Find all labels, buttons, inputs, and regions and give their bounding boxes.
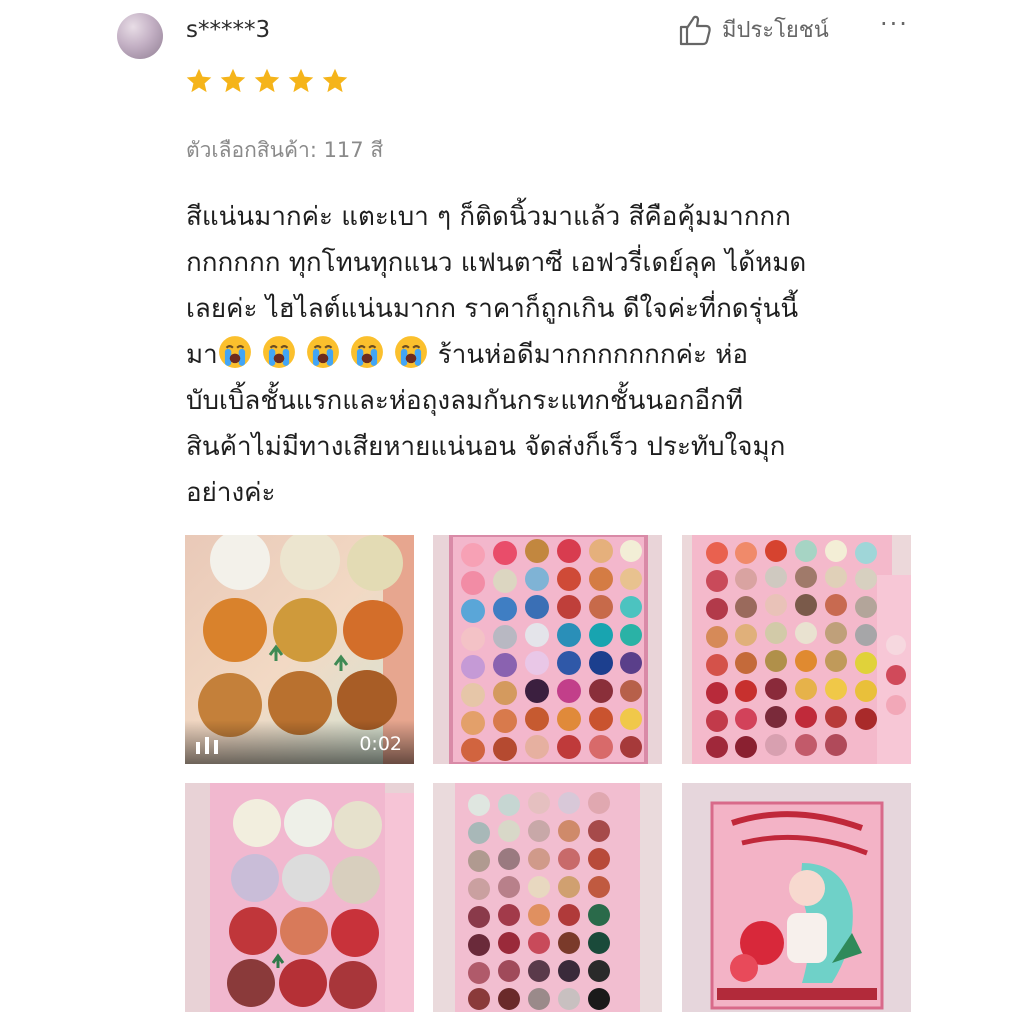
review-line: บับเบิ้ลชั้นแรกและห่อถุงลมกันกระแทกชั้นน… <box>186 386 744 416</box>
eyeshadow-palette-image <box>433 535 662 764</box>
loudly-crying-face-icon <box>218 336 251 368</box>
star-icon <box>288 68 314 93</box>
reviewer-avatar[interactable] <box>117 13 163 59</box>
more-options-button[interactable]: ··· <box>880 10 909 38</box>
star-icon <box>220 68 246 93</box>
star-icon <box>186 68 212 93</box>
eyeshadow-palette-image <box>682 535 911 764</box>
eyeshadow-palette-image <box>433 783 662 1012</box>
review-line-fragment: ร้านห่อดีมากกกกกกกค่ะ ห่อ <box>437 340 749 370</box>
review-text: สีแน่นมากค่ะ แตะเบา ๆ ก็ติดนิ้วมาแล้ว สี… <box>186 194 906 516</box>
thumbs-up-icon <box>679 15 711 45</box>
eyeshadow-palette-image <box>185 783 414 1012</box>
review-line-fragment: มา <box>186 340 218 370</box>
helpful-label: มีประโยชน์ <box>722 18 829 43</box>
loudly-crying-face-icon <box>394 336 427 368</box>
review-photo-thumbnail[interactable] <box>682 535 911 764</box>
review-photo-thumbnail[interactable] <box>682 783 911 1012</box>
video-controls: 0:02 <box>185 720 414 764</box>
review-line: อย่างค่ะ <box>186 478 276 508</box>
review-photo-thumbnail[interactable] <box>433 535 662 764</box>
review-line: กกกกกก ทุกโทนทุกแนว แฟนตาซี เอฟวรี่เดย์ล… <box>186 248 807 278</box>
product-variant: ตัวเลือกสินค้า: 117 สี <box>186 138 384 162</box>
review-line: สีแน่นมากค่ะ แตะเบา ๆ ก็ติดนิ้วมาแล้ว สี… <box>186 202 791 232</box>
palette-box-illustration-image <box>682 783 911 1012</box>
review-photo-thumbnail[interactable] <box>433 783 662 1012</box>
loudly-crying-face-icon <box>350 336 383 368</box>
review-video-thumbnail[interactable]: 0:02 <box>185 535 414 764</box>
star-icon <box>322 68 348 93</box>
review-photo-thumbnail[interactable] <box>185 783 414 1012</box>
review-line: สินค้าไม่มีทางเสียหายแน่นอน จัดส่งก็เร็ว… <box>186 432 786 462</box>
reviewer-name: s*****3 <box>186 17 271 43</box>
rating-stars <box>185 67 349 95</box>
review-line: เลยค่ะ ไฮไลต์แน่นมากก ราคาก็ถูกเกิน ดีใจ… <box>186 294 799 324</box>
pause-icon[interactable] <box>195 734 221 754</box>
loudly-crying-face-icon <box>306 336 339 368</box>
star-icon <box>254 68 280 93</box>
helpful-button[interactable]: มีประโยชน์ <box>678 12 829 47</box>
review-line-with-emoji: มา ร้านห่อดีมากกกกกกกค่ะ ห่อ <box>186 332 906 378</box>
video-duration: 0:02 <box>359 733 402 755</box>
loudly-crying-face-icon <box>262 336 295 368</box>
